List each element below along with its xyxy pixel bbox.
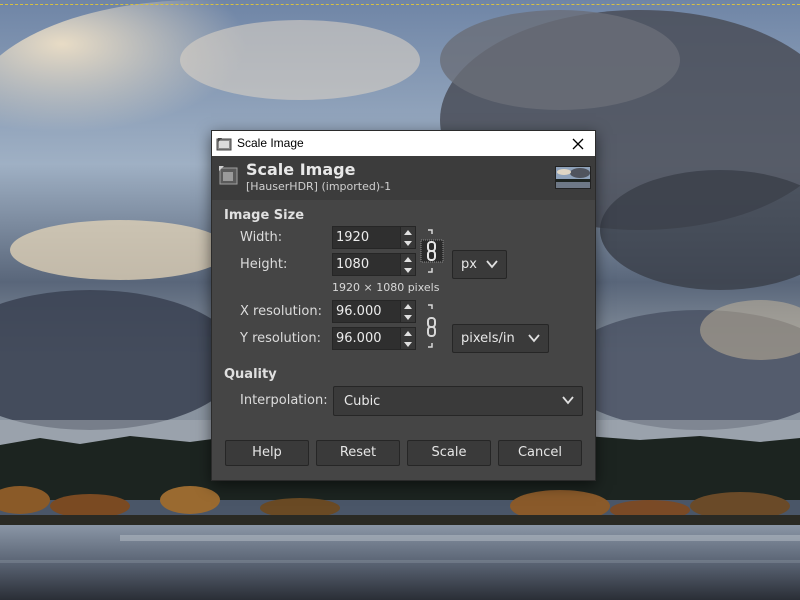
chain-link-icon — [420, 229, 444, 273]
arrow-down-icon — [404, 314, 412, 320]
x-resolution-label: X resolution: — [240, 304, 322, 319]
chevron-down-icon — [562, 396, 574, 405]
quality-section-label: Quality — [224, 367, 277, 382]
width-decrement-button[interactable] — [401, 238, 415, 248]
image-thumbnail — [555, 166, 591, 189]
cancel-button[interactable]: Cancel — [498, 440, 582, 466]
chevron-down-icon — [528, 334, 540, 343]
width-spinbox[interactable] — [332, 226, 416, 249]
size-chain-button[interactable] — [419, 228, 445, 278]
y-resolution-label: Y resolution: — [240, 331, 321, 346]
scale-image-icon — [218, 165, 240, 187]
y-resolution-decrement-button[interactable] — [401, 339, 415, 349]
chevron-down-icon — [486, 260, 498, 269]
y-resolution-spin-arrows — [400, 328, 415, 349]
dialog-heading: Scale Image — [246, 160, 356, 179]
x-resolution-spinbox[interactable] — [332, 300, 416, 323]
arrow-up-icon — [404, 330, 412, 336]
arrow-up-icon — [404, 256, 412, 262]
y-resolution-spinbox[interactable] — [332, 327, 416, 350]
pixel-dimensions-summary: 1920 × 1080 pixels — [332, 281, 440, 294]
dialog-header: Scale Image [HauserHDR] (imported)-1 — [212, 156, 595, 200]
height-spinbox[interactable] — [332, 253, 416, 276]
scale-image-dialog: Scale Image Scale Image [HauserHDR] (imp… — [211, 130, 596, 481]
resolution-unit-value: pixels/in — [461, 331, 515, 346]
close-button[interactable] — [561, 131, 595, 156]
image-name-subtitle: [HauserHDR] (imported)-1 — [246, 180, 392, 193]
height-label: Height: — [240, 257, 288, 272]
y-resolution-increment-button[interactable] — [401, 328, 415, 338]
size-unit-value: px — [461, 257, 477, 272]
scale-button[interactable]: Scale — [407, 440, 491, 466]
x-resolution-spin-arrows — [400, 301, 415, 322]
height-decrement-button[interactable] — [401, 265, 415, 275]
arrow-down-icon — [404, 267, 412, 273]
size-unit-dropdown[interactable]: px — [452, 250, 507, 279]
y-resolution-input[interactable] — [333, 328, 401, 349]
image-size-section-label: Image Size — [224, 208, 305, 223]
dialog-titlebar[interactable]: Scale Image — [212, 131, 595, 156]
x-resolution-decrement-button[interactable] — [401, 312, 415, 322]
arrow-down-icon — [404, 240, 412, 246]
width-increment-button[interactable] — [401, 227, 415, 237]
height-input[interactable] — [333, 254, 401, 275]
resolution-chain-button[interactable] — [422, 303, 442, 353]
resolution-unit-dropdown[interactable]: pixels/in — [452, 324, 549, 353]
window-title: Scale Image — [237, 136, 304, 150]
height-increment-button[interactable] — [401, 254, 415, 264]
help-button[interactable]: Help — [225, 440, 309, 466]
x-resolution-input[interactable] — [333, 301, 401, 322]
selection-marching-ants — [0, 4, 800, 5]
interpolation-label: Interpolation: — [240, 393, 328, 408]
arrow-down-icon — [404, 341, 412, 347]
width-spin-arrows — [400, 227, 415, 248]
arrow-up-icon — [404, 229, 412, 235]
chain-link-icon — [427, 304, 436, 348]
x-resolution-increment-button[interactable] — [401, 301, 415, 311]
reset-button[interactable]: Reset — [316, 440, 400, 466]
gimp-app-icon — [216, 136, 232, 151]
width-input[interactable] — [333, 227, 401, 248]
close-icon — [572, 138, 584, 149]
height-spin-arrows — [400, 254, 415, 275]
width-label: Width: — [240, 230, 283, 245]
arrow-up-icon — [404, 303, 412, 309]
interpolation-value: Cubic — [344, 394, 381, 409]
interpolation-dropdown[interactable]: Cubic — [333, 386, 583, 416]
